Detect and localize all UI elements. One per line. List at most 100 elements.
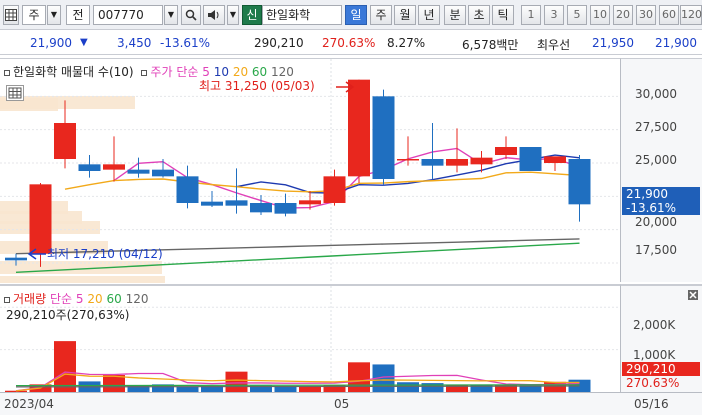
candle-body	[274, 203, 297, 214]
date-label: 05/16	[634, 397, 669, 411]
last-change-tag: -13.61%	[622, 201, 700, 215]
candle-body	[397, 159, 419, 161]
price-tick: 27,500	[635, 120, 677, 134]
candle-body	[152, 169, 174, 177]
candle-body	[495, 147, 517, 155]
legend-square-icon	[141, 69, 148, 76]
interval-button-120[interactable]: 120	[680, 5, 702, 25]
volume-profile-bar	[0, 276, 165, 289]
candle-body	[103, 164, 125, 170]
legend-square-icon	[4, 69, 10, 76]
code-dropdown-chevron-icon[interactable]: ▼	[164, 5, 178, 25]
price-chart[interactable]: 한일화학 매물대 수(10) 주가 단순 5 10 20 60 120 최고 3…	[0, 58, 620, 314]
search-icon[interactable]	[181, 5, 201, 25]
interval-button-5[interactable]: 5	[567, 5, 587, 25]
toolbar: 주 ▼ 전 007770 ▼ ▼ 신 한일화학 일주월년분초틱 1 3 5 10 20 3…	[0, 0, 702, 30]
quote-bar: 21,900 ▼ 3,450 -13.61% 290,210 270.63% 8…	[0, 31, 702, 55]
volume-tick: 2,000K	[633, 318, 676, 332]
volume-chart[interactable]: 거래량 단순 5 20 60 120 290,210주(270,63%)	[0, 284, 620, 392]
candle-body	[446, 159, 468, 166]
period-button-5[interactable]: 초	[468, 5, 490, 25]
candle-body	[176, 176, 199, 203]
candle-body	[127, 169, 150, 174]
volume-bar	[54, 341, 76, 392]
interval-button-1[interactable]: 1	[521, 5, 541, 25]
price-tick: 17,500	[635, 243, 677, 257]
period-button-4[interactable]: 분	[444, 5, 466, 25]
search-type-label: 전	[66, 5, 90, 25]
volume-current-value: 290,210주(270,63%)	[6, 308, 130, 322]
volume-bar	[397, 382, 419, 392]
candle-body	[29, 184, 52, 254]
candle-body	[323, 176, 346, 203]
date-label: 2023/04	[4, 397, 54, 411]
date-axis: 2023/04 05 05/16	[0, 392, 702, 415]
vma5-legend: 5	[75, 292, 84, 306]
low-annotation: 최저 17,210 (04/12)	[47, 247, 163, 261]
period-button-6[interactable]: 틱	[492, 5, 514, 25]
speaker-icon[interactable]	[203, 5, 225, 25]
volume-pane-title: 거래량	[13, 292, 47, 306]
interval-button-30[interactable]: 30	[636, 5, 656, 25]
market-select-label: 주	[28, 8, 40, 22]
price-tick: 20,000	[635, 215, 677, 229]
market-select[interactable]: 주	[22, 5, 46, 25]
speaker-chevron-icon[interactable]: ▼	[227, 5, 239, 25]
volume-bar	[348, 362, 370, 392]
vma20-legend: 20	[87, 292, 103, 306]
candle-body	[372, 96, 395, 179]
candle-body	[201, 201, 223, 206]
last-volume-ratio-tag: 270.63%	[626, 376, 680, 390]
pane-close-icon[interactable]	[688, 290, 698, 300]
interval-button-20[interactable]: 20	[613, 5, 633, 25]
candle-body	[568, 159, 591, 205]
table-toggle-icon[interactable]	[6, 85, 24, 101]
ma-legend-label: 주가 단순	[150, 65, 199, 79]
candle-body	[519, 147, 542, 171]
price-tick: 25,000	[635, 153, 677, 167]
turnover-rate: 8.27%	[387, 36, 426, 50]
candle-body	[348, 79, 370, 177]
grid-icon[interactable]	[3, 5, 19, 25]
volume-bar	[544, 381, 566, 392]
vma60-legend: 60	[106, 292, 122, 306]
current-price: 21,900	[30, 36, 72, 50]
candle-body	[421, 159, 444, 166]
volume-ratio: 270.63%	[322, 36, 376, 50]
stock-code-value: 007770	[98, 8, 144, 22]
price-change-pct: -13.61%	[160, 36, 211, 50]
market-dropdown-chevron-icon[interactable]: ▼	[47, 5, 61, 25]
period-button-3[interactable]: 년	[418, 5, 440, 25]
stock-code-input[interactable]: 007770	[93, 5, 163, 25]
stock-badge: 신	[242, 5, 262, 25]
price-change: 3,450	[117, 36, 152, 50]
high-annotation: 최고 31,250 (05/03)	[199, 79, 315, 93]
last-price-tag: 21,900	[622, 187, 700, 201]
date-label: 05	[334, 397, 350, 411]
candle-body	[470, 157, 493, 165]
interval-button-3[interactable]: 3	[544, 5, 564, 25]
trade-amount: 6,578백만	[462, 38, 519, 52]
period-button-1[interactable]: 주	[370, 5, 392, 25]
bid-price: 21,900	[655, 36, 697, 50]
candle-body	[225, 200, 248, 206]
interval-button-10[interactable]: 10	[590, 5, 610, 25]
best-quote-label: 최우선	[537, 38, 571, 52]
down-arrow-icon: ▼	[80, 37, 88, 48]
ma20-line	[64, 171, 580, 193]
last-volume-tag: 290,210	[622, 362, 700, 376]
vma120-line	[15, 385, 580, 388]
candle-body	[54, 123, 76, 159]
volume-bar	[225, 371, 248, 392]
volume-bar	[103, 375, 125, 392]
price-pane-title: 한일화학 매물대 수(10)	[13, 65, 134, 79]
period-button-2[interactable]: 월	[394, 5, 416, 25]
candle-body	[250, 203, 272, 213]
price-tick: 30,000	[635, 87, 677, 101]
candle-body	[5, 257, 27, 261]
candle-body	[299, 200, 321, 205]
vma60-line	[15, 384, 580, 387]
interval-button-60[interactable]: 60	[659, 5, 679, 25]
period-button-0[interactable]: 일	[345, 5, 367, 25]
volume-tick: 1,000K	[633, 348, 676, 362]
